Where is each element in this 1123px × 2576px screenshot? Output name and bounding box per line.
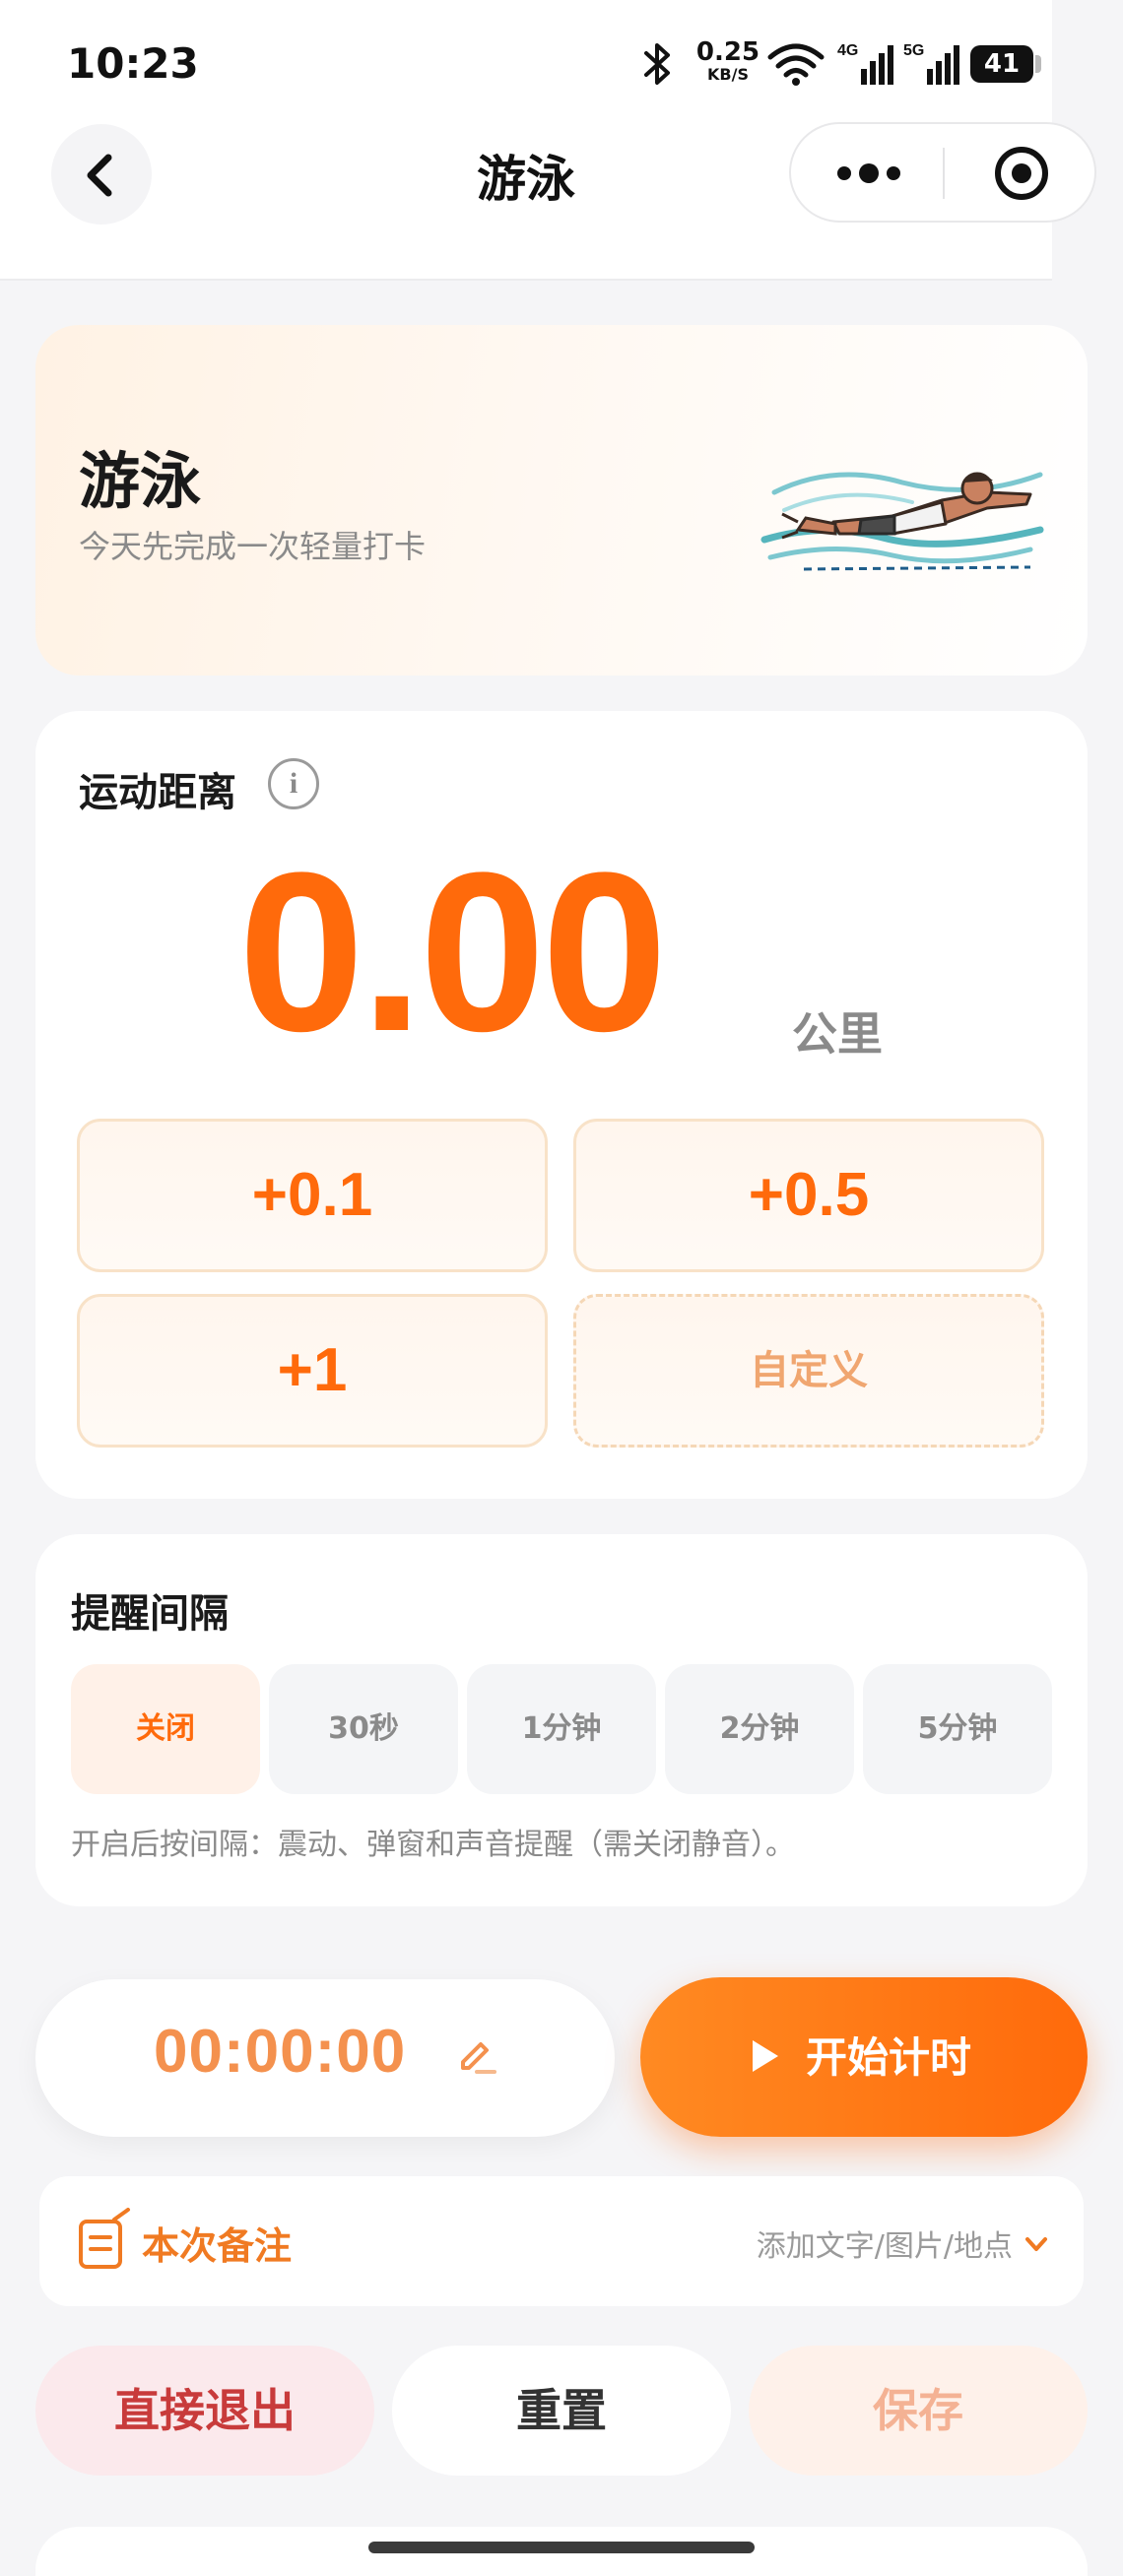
reset-button[interactable]: 重置 [392,2346,731,2476]
reminder-option-30s[interactable]: 30秒 [269,1664,458,1794]
distance-label: 运动距离 [79,770,236,815]
session-note-bar[interactable]: 本次备注 添加文字/图片/地点 [39,2176,1084,2306]
add-1-button[interactable]: +1 [77,1294,548,1448]
timer-value: 00:00:00 [154,2018,407,2086]
timer-display[interactable]: 00:00:00 [35,1979,615,2137]
status-time: 10:23 [67,39,199,88]
save-button[interactable]: 保存 [749,2346,1088,2476]
mini-program-capsule [789,122,1096,223]
sport-title: 游泳 [79,445,202,517]
reminder-option-2min[interactable]: 2分钟 [665,1664,854,1794]
capsule-divider [943,148,945,199]
reminder-option-5min[interactable]: 5分钟 [863,1664,1052,1794]
signal-5g-label: 5G [903,42,924,59]
more-icon[interactable] [834,156,903,191]
session-note-hint: 添加文字/图片/地点 [756,2229,1013,2264]
start-timer-label: 开始计时 [806,2033,972,2082]
add-0-1-button[interactable]: +0.1 [77,1119,548,1272]
sport-hero-card: 游泳 今天先完成一次轻量打卡 [35,325,1088,676]
session-note-label: 本次备注 [142,2224,293,2268]
top-bar: 10:23 0.25 KB/S 4G 5G 41 游泳 [0,0,1096,281]
network-speed: 0.25 KB/S [694,39,762,83]
info-icon[interactable]: i [268,758,319,809]
home-indicator[interactable] [368,2542,755,2553]
start-timer-button[interactable]: 开始计时 [640,1977,1088,2137]
reminder-title: 提醒间隔 [71,1591,229,1637]
edit-icon[interactable] [455,2032,498,2076]
add-0-5-button[interactable]: +0.5 [573,1119,1044,1272]
signal-4g-label: 4G [837,42,858,59]
network-speed-value: 0.25 [695,37,760,67]
custom-distance-button[interactable]: 自定义 [573,1294,1044,1448]
distance-value: 0.00 [238,825,668,1078]
reminder-option-1min[interactable]: 1分钟 [467,1664,656,1794]
note-icon [79,2208,130,2269]
signal-4g-icon: 4G [837,42,893,85]
swimmer-illustration [760,472,1044,571]
wifi-icon [767,43,825,86]
play-icon [753,2040,778,2072]
sport-subtitle: 今天先完成一次轻量打卡 [79,528,427,565]
signal-5g-icon: 5G [903,42,959,85]
network-speed-unit: KB/S [707,65,749,84]
chevron-down-icon [1025,2237,1047,2251]
battery-icon: 41 [970,45,1033,83]
status-icons: 0.25 KB/S 4G 5G 41 [630,35,1054,93]
close-miniprogram-icon[interactable] [992,144,1051,203]
bluetooth-icon [644,43,670,85]
page: 10:23 0.25 KB/S 4G 5G 41 游泳 游泳 今天先完成一次轻量… [0,0,1123,2576]
reminder-option-off[interactable]: 关闭 [71,1664,260,1794]
reminder-note: 开启后按间隔：震动、弹窗和声音提醒（需关闭静音）。 [71,1828,795,1862]
distance-card: 运动距离 i 0.00 公里 +0.1 +0.5 +1 自定义 [35,711,1088,1499]
distance-unit: 公里 [792,1007,883,1061]
reminder-card: 提醒间隔 关闭 30秒 1分钟 2分钟 5分钟 开启后按间隔：震动、弹窗和声音提… [35,1534,1088,1906]
exit-button[interactable]: 直接退出 [35,2346,374,2476]
battery-tip [1035,55,1041,73]
